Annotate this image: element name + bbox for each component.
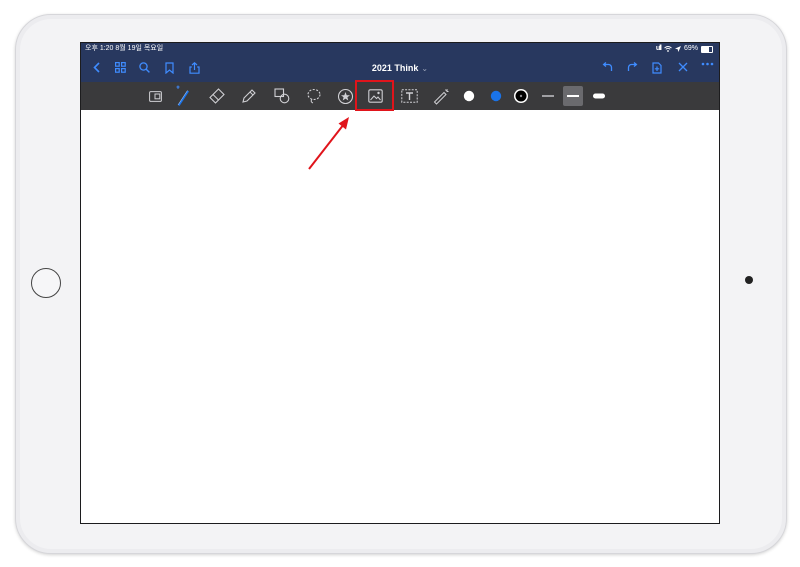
wifi-icon bbox=[664, 46, 672, 52]
status-bar: 오후 1:20 8월 19일 목요일 ull 69% bbox=[81, 43, 719, 55]
canvas-page[interactable] bbox=[81, 110, 719, 523]
home-button[interactable] bbox=[31, 268, 61, 298]
camera bbox=[745, 276, 753, 284]
location-arrow-icon bbox=[674, 46, 681, 52]
pen-icon[interactable] bbox=[173, 85, 193, 106]
drawing-toolbar bbox=[81, 82, 719, 110]
sticker-icon[interactable] bbox=[335, 86, 355, 106]
navigation-bar: 2021 Think ⌄ bbox=[81, 55, 719, 82]
battery-percent: 69% bbox=[683, 45, 698, 52]
close-icon[interactable] bbox=[674, 59, 692, 77]
stroke-thick[interactable] bbox=[589, 86, 609, 106]
highlighter-icon[interactable] bbox=[239, 86, 259, 106]
color-swatch-blue[interactable] bbox=[486, 86, 506, 106]
shapes-icon[interactable] bbox=[272, 86, 292, 106]
redo-icon[interactable] bbox=[623, 59, 641, 77]
search-icon[interactable] bbox=[135, 59, 153, 77]
lasso-icon[interactable] bbox=[304, 86, 324, 106]
image-tool-highlight-box bbox=[355, 80, 394, 111]
stroke-thin[interactable] bbox=[538, 86, 558, 106]
color-swatch-black-selected[interactable] bbox=[511, 86, 531, 106]
stroke-medium-selected[interactable] bbox=[563, 86, 583, 106]
zoom-window-icon[interactable] bbox=[145, 86, 165, 106]
back-chevron-icon[interactable] bbox=[87, 59, 105, 77]
app-screen: 오후 1:20 8월 19일 목요일 ull 69% 2021 Think ⌄ bbox=[80, 42, 720, 524]
more-icon[interactable] bbox=[698, 59, 716, 77]
title-text: 2021 Think bbox=[371, 63, 419, 73]
status-indicators: ull 69% bbox=[656, 43, 713, 55]
grid-thumbnails-icon[interactable] bbox=[111, 59, 129, 77]
text-box-icon[interactable] bbox=[399, 86, 419, 106]
status-time-date: 오후 1:20 8월 19일 목요일 bbox=[85, 45, 164, 52]
red-arrow-annotation bbox=[308, 117, 349, 170]
add-page-icon[interactable] bbox=[648, 59, 666, 77]
undo-icon[interactable] bbox=[598, 59, 616, 77]
eraser-icon[interactable] bbox=[207, 86, 227, 106]
color-swatch-white[interactable] bbox=[459, 86, 479, 106]
share-icon[interactable] bbox=[185, 59, 203, 77]
bookmark-icon[interactable] bbox=[160, 59, 178, 77]
laser-pointer-icon[interactable] bbox=[431, 86, 451, 106]
title-chevron-icon: ⌄ bbox=[421, 64, 429, 73]
signal-icon: ull bbox=[655, 45, 662, 52]
battery-icon bbox=[701, 45, 713, 53]
